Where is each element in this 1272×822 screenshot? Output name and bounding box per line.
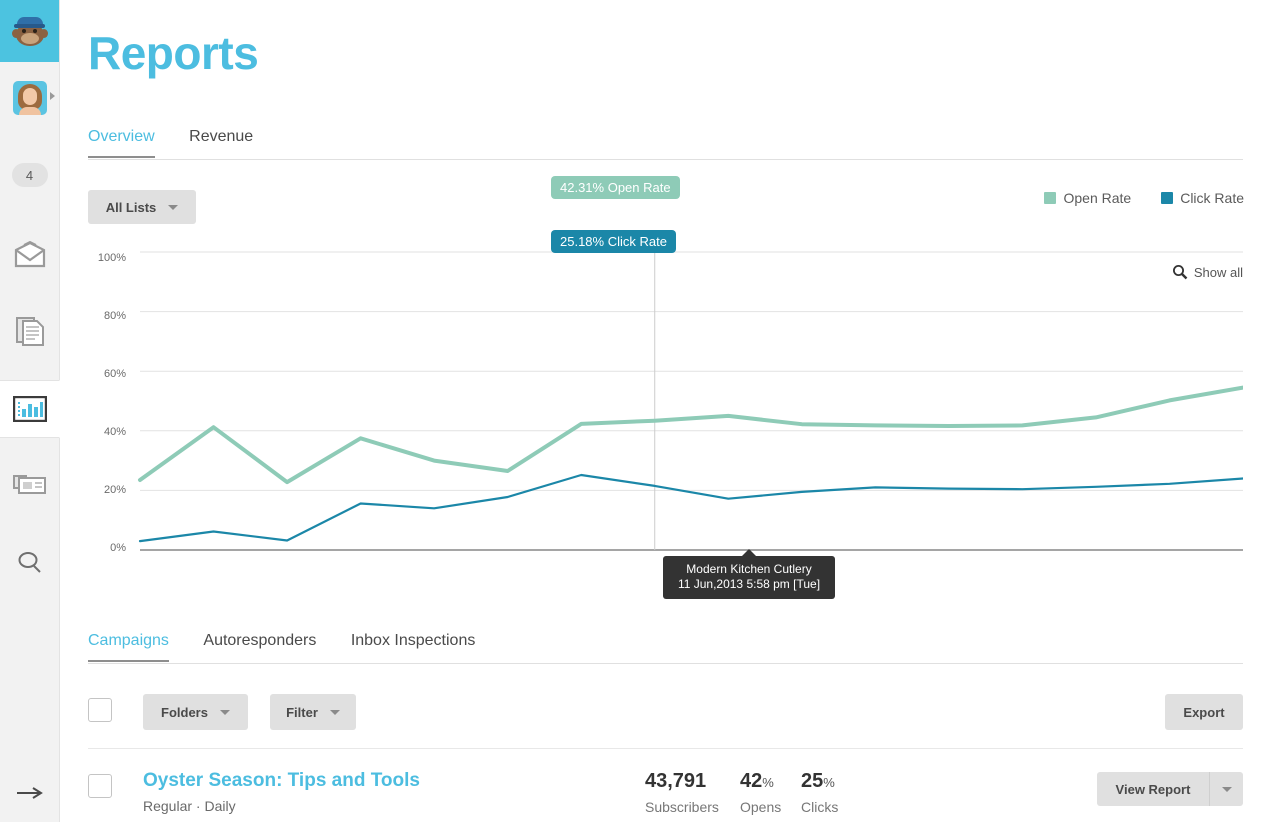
clicks-unit: % [823, 775, 835, 790]
legend-item-click-rate: Click Rate [1161, 190, 1244, 206]
clicks-value: 25 [801, 770, 824, 792]
export-button[interactable]: Export [1165, 694, 1243, 730]
open-rate-value-pill: 42.31% Open Rate [551, 176, 680, 199]
opens-value: 42 [740, 770, 763, 792]
sidebar-item-campaigns[interactable] [0, 226, 59, 284]
arrow-right-icon [16, 787, 43, 799]
table-row: Oyster Season: Tips and Tools Regular · … [88, 760, 1243, 822]
sidebar-notification-badge[interactable]: 4 [0, 158, 59, 192]
chart-legend: Open Rate Click Rate [1014, 190, 1244, 206]
search-icon [18, 552, 41, 573]
tooltip-campaign-name: Modern Kitchen Cutlery [686, 562, 812, 576]
export-label: Export [1183, 704, 1225, 720]
click-rate-value-pill: 25.18% Click Rate [551, 230, 676, 253]
tab-campaigns[interactable]: Campaigns [88, 632, 169, 662]
legend-swatch-click-rate [1161, 192, 1174, 204]
tooltip-date: 11 Jun,2013 5:58 pm [Tue] [677, 577, 821, 591]
legend-swatch-open-rate [1044, 192, 1057, 204]
sidebar-item-reports[interactable] [0, 380, 59, 438]
magnifier-icon [1172, 265, 1188, 280]
legend-label-click-rate: Click Rate [1180, 190, 1244, 206]
subscribers-label: Subscribers [645, 799, 719, 815]
page-title: Reports [88, 27, 259, 79]
legend-item-open-rate: Open Rate [1044, 190, 1131, 206]
campaign-toolbar: Folders Filter Export [88, 694, 1243, 730]
chevron-down-icon [219, 709, 230, 715]
subscribers-value: 43,791 [645, 770, 707, 792]
show-all-label: Show all [1193, 264, 1243, 280]
badge-count: 4 [11, 163, 48, 187]
folders-label: Folders [161, 704, 208, 720]
tab-inbox-inspections[interactable]: Inbox Inspections [351, 632, 476, 660]
all-lists-label: All Lists [105, 199, 157, 215]
campaign-tabs: Campaigns Autoresponders Inbox Inspectio… [88, 632, 1243, 664]
chevron-down-icon [168, 204, 179, 210]
campaign-name-link[interactable]: Oyster Season: Tips and Tools [143, 770, 420, 792]
reports-page: 4 Reports Overview Revenue All Lists Ope… [0, 0, 1272, 822]
chart-cursor-tooltip: Modern Kitchen Cutlery 11 Jun,2013 5:58 … [663, 549, 835, 599]
sidebar-item-templates[interactable] [0, 302, 59, 360]
all-lists-dropdown[interactable]: All Lists [88, 190, 196, 224]
row-checkbox[interactable] [88, 774, 112, 798]
mailchimp-logo[interactable] [0, 0, 59, 62]
tab-overview[interactable]: Overview [88, 128, 155, 158]
cards-icon [12, 475, 46, 494]
sidebar-item-lists[interactable] [0, 456, 59, 514]
rates-line-chart: 100% 80% 60% 40% 20% 0% Show all [88, 240, 1243, 600]
primary-tabs: Overview Revenue [88, 128, 1243, 160]
sidebar-expand-button[interactable] [0, 764, 59, 822]
main-content: Reports Overview Revenue All Lists Open … [60, 0, 1272, 822]
tab-revenue[interactable]: Revenue [189, 128, 253, 156]
filter-label: Filter [286, 704, 318, 720]
filter-dropdown[interactable]: Filter [270, 694, 356, 730]
select-all-checkbox[interactable] [88, 698, 112, 722]
stat-opens: 42% Opens [740, 770, 781, 815]
campaign-subtitle: Regular · Daily [143, 798, 236, 814]
bar-chart-icon [12, 396, 47, 422]
clicks-label: Clicks [801, 799, 839, 815]
envelope-icon [14, 241, 45, 268]
view-report-group: View Report [1097, 772, 1243, 806]
show-all-button[interactable]: Show all [1172, 264, 1243, 280]
mailchimp-monkey-icon [11, 15, 48, 47]
legend-label-open-rate: Open Rate [1063, 190, 1132, 206]
list-divider [88, 748, 1243, 749]
opens-unit: % [762, 775, 774, 790]
avatar [12, 81, 47, 115]
tab-autoresponders[interactable]: Autoresponders [203, 632, 316, 660]
opens-label: Opens [740, 799, 782, 815]
stat-subscribers: 43,791 Subscribers [645, 770, 719, 815]
sidebar-item-search[interactable] [0, 534, 59, 592]
chart-plot [138, 251, 1243, 551]
chevron-down-icon [1221, 786, 1232, 792]
stat-clicks: 25% Clicks [801, 770, 838, 815]
main-sidebar: 4 [0, 0, 60, 822]
folders-dropdown[interactable]: Folders [143, 694, 248, 730]
view-report-button[interactable]: View Report [1097, 772, 1209, 806]
chevron-down-icon [329, 709, 340, 715]
view-report-dropdown[interactable] [1209, 772, 1243, 806]
document-icon [15, 317, 44, 346]
chevron-right-icon [50, 92, 55, 100]
